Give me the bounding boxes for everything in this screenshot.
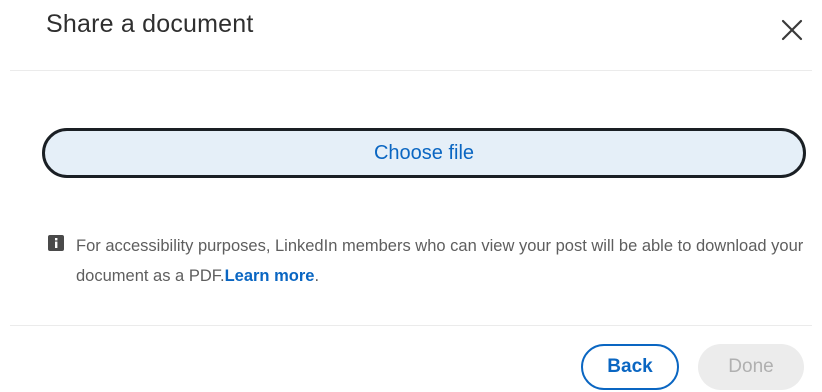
- close-icon: [781, 19, 803, 41]
- notice-trailing: .: [314, 267, 320, 285]
- close-button[interactable]: [778, 16, 806, 44]
- dialog-header: Share a document: [0, 0, 822, 70]
- back-button[interactable]: Back: [581, 344, 679, 390]
- choose-file-label: Choose file: [373, 141, 475, 164]
- done-button[interactable]: Done: [698, 344, 804, 390]
- info-icon: [48, 235, 64, 251]
- learn-more-link[interactable]: Learn more: [225, 267, 315, 285]
- header-divider: [10, 70, 812, 71]
- notice-text: For accessibility purposes, LinkedIn mem…: [76, 237, 804, 285]
- back-label: Back: [607, 356, 653, 377]
- dialog-title: Share a document: [46, 10, 254, 38]
- share-document-dialog: Share a document Choose file For accessi…: [0, 0, 822, 392]
- done-label: Done: [728, 356, 774, 377]
- notice-text-block: For accessibility purposes, LinkedIn mem…: [76, 231, 816, 291]
- choose-file-button[interactable]: Choose file: [42, 128, 806, 178]
- footer-divider: [10, 325, 812, 326]
